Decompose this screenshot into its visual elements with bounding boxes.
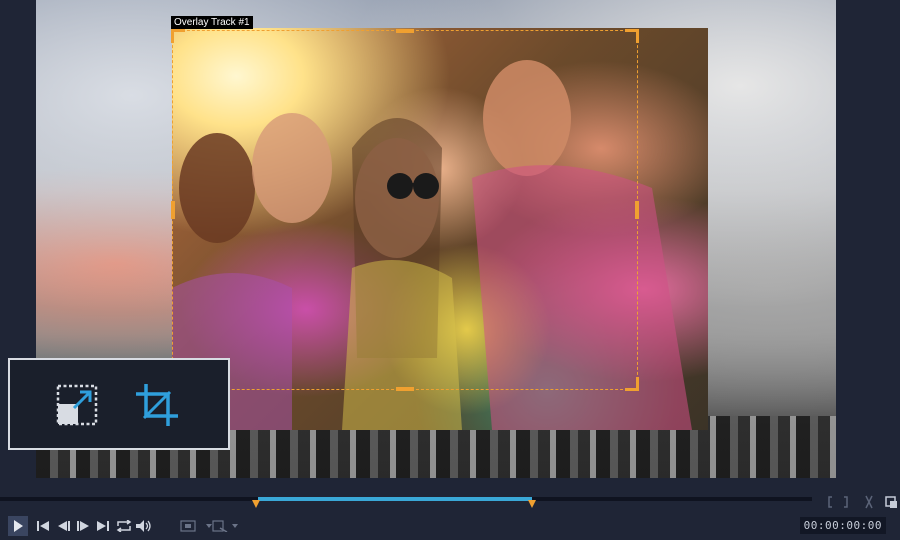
chevron-down-icon [232,524,238,528]
resize-handle-left[interactable] [171,201,175,219]
enlarge-preview-icon[interactable] [885,496,897,508]
skip-start-icon [37,521,49,531]
change-view-button[interactable] [212,516,230,536]
resize-handle-bottom-right[interactable] [625,377,639,391]
repeat-button[interactable] [116,516,132,536]
timecode-display[interactable]: 00:00:00:00 [799,517,886,534]
skip-end-button[interactable] [96,516,110,536]
resize-handle-bottom[interactable] [396,387,414,391]
resize-tool-button[interactable] [54,382,100,428]
change-view-icon [212,520,228,532]
prev-frame-icon [58,521,70,531]
playback-controls [0,512,900,540]
volume-button[interactable] [136,516,152,536]
next-frame-button[interactable] [76,516,90,536]
crop-icon [136,384,178,426]
play-icon [14,520,23,532]
resize-handle-top[interactable] [396,29,414,33]
crop-tool-button[interactable] [134,382,180,428]
transform-tool-popup [8,358,230,450]
mark-in-marker[interactable] [252,500,260,508]
next-frame-icon [77,521,89,531]
resize-handle-right[interactable] [635,201,639,219]
split-clip-icon[interactable] [865,495,873,509]
aspect-ratio-icon [180,520,196,532]
timeline-selected-range[interactable] [258,497,532,501]
skip-start-button[interactable] [36,516,50,536]
change-view-dropdown[interactable] [230,516,240,536]
repeat-icon [116,520,132,532]
overlay-selection-box[interactable] [171,29,639,391]
mark-in-icon[interactable] [828,496,832,508]
resize-handle-top-right[interactable] [625,29,639,43]
resize-handle-top-left[interactable] [171,29,185,43]
skip-end-icon [97,521,109,531]
overlay-track-label: Overlay Track #1 [171,16,253,29]
mark-out-marker[interactable] [528,500,536,508]
previous-frame-button[interactable] [57,516,71,536]
volume-icon [136,520,151,532]
mark-out-icon[interactable] [844,496,848,508]
resize-icon [56,384,98,426]
right-toolbar [826,494,900,510]
play-button[interactable] [8,516,28,536]
aspect-ratio-button[interactable] [180,516,198,536]
